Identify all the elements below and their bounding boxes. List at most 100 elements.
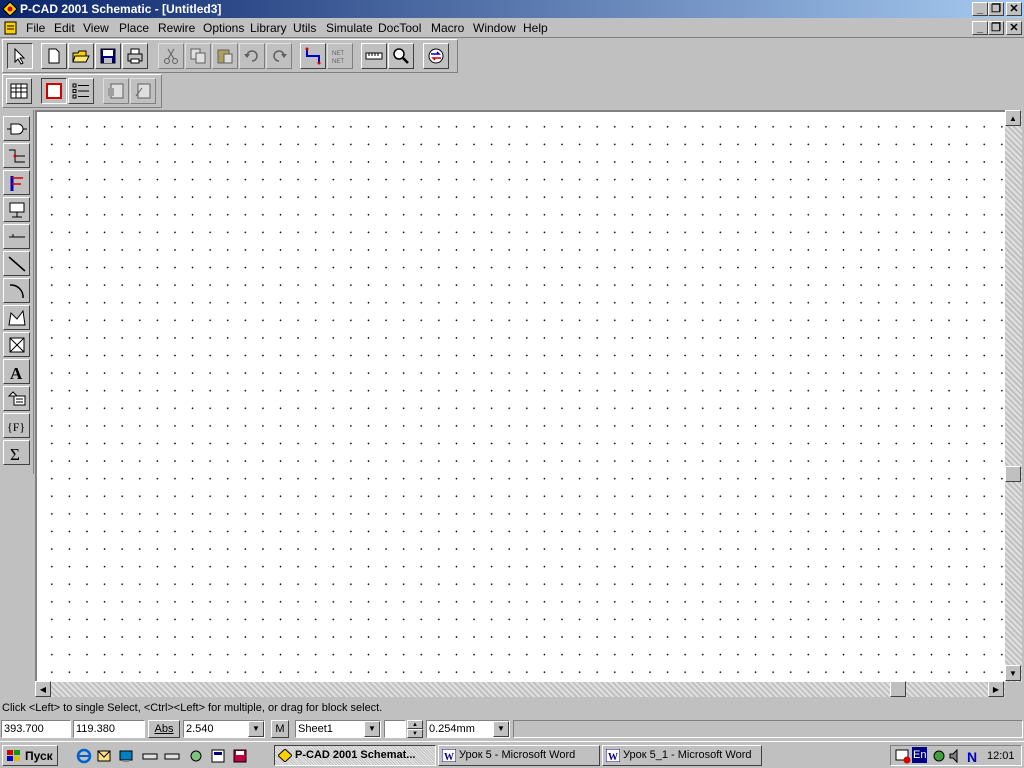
menu-library[interactable]: Library (250, 20, 287, 36)
y-coordinate-field[interactable]: 119.380 (73, 720, 145, 738)
menu-help[interactable]: Help (523, 20, 548, 36)
place-line-button[interactable] (3, 251, 30, 276)
doc-minimize-button[interactable]: _ (972, 21, 988, 35)
close-button[interactable]: ✕ (1006, 2, 1022, 16)
list-button[interactable] (68, 78, 94, 104)
task-word-lesson5-1[interactable]: W Урок 5_1 - Microsoft Word (602, 745, 762, 766)
menu-rewire[interactable]: Rewire (158, 20, 195, 36)
line-width-spinner[interactable]: ▲ ▼ (407, 720, 423, 738)
netlist-icon: NET NET (332, 51, 344, 65)
sheet-dropdown-button[interactable]: ▼ (364, 721, 380, 737)
save-button[interactable] (95, 43, 121, 69)
menu-place[interactable]: Place (119, 20, 149, 36)
drive2-icon[interactable] (164, 748, 180, 764)
internet-explorer-icon[interactable] (76, 748, 92, 764)
start-button[interactable]: Пуск (2, 745, 58, 766)
place-field-button[interactable] (3, 332, 30, 357)
copy-button[interactable] (185, 43, 211, 69)
place-attribute-button[interactable] (3, 386, 30, 411)
place-pin-button[interactable] (3, 224, 30, 249)
language-indicator[interactable]: En (912, 747, 928, 763)
zoom-button[interactable] (388, 43, 414, 69)
undo-button[interactable] (239, 43, 265, 69)
line-width-dropdown-button[interactable]: ▼ (493, 721, 509, 737)
horizontal-scrollbar[interactable]: ◀ ▶ (35, 681, 1005, 697)
pcad-app-icon[interactable] (2, 1, 18, 17)
x-coordinate-field[interactable]: 393.700 (1, 720, 71, 738)
antivirus-icon[interactable]: N (965, 748, 981, 764)
maximize-button[interactable]: ❐ (988, 2, 1004, 16)
network-status-icon[interactable] (931, 748, 947, 764)
restore-icon: ❐ (991, 21, 1001, 34)
print-button[interactable] (122, 43, 148, 69)
outlook-icon[interactable] (96, 748, 112, 764)
place-sum-button[interactable]: Σ (3, 440, 30, 465)
cut-button[interactable] (158, 43, 184, 69)
program-icon[interactable] (210, 748, 226, 764)
sheet-select[interactable]: Sheet1 ▼ (295, 720, 381, 738)
menu-doctool[interactable]: DocTool (378, 20, 421, 36)
network-icon[interactable] (188, 748, 204, 764)
floppy-icon[interactable] (232, 748, 248, 764)
redo-button[interactable] (266, 43, 292, 69)
place-port-button[interactable] (3, 197, 30, 222)
report2-button[interactable] (130, 78, 156, 104)
report-icon (108, 83, 124, 99)
doc-close-button[interactable]: ✕ (1006, 21, 1022, 35)
place-part-button[interactable] (3, 116, 30, 141)
place-polygon-button[interactable] (3, 305, 30, 330)
sheet-value: Sheet1 (298, 723, 333, 735)
open-button[interactable] (68, 43, 94, 69)
menu-window[interactable]: Window (473, 20, 516, 36)
grid-select[interactable]: 2.540 ▼ (183, 720, 265, 738)
drive-icon[interactable] (142, 748, 158, 764)
spin-down-button[interactable]: ▼ (407, 729, 423, 738)
menu-simulate[interactable]: Simulate (326, 20, 373, 36)
schematic-canvas[interactable] (35, 110, 1005, 682)
minimize-button[interactable]: _ (972, 2, 988, 16)
sheet-button[interactable] (41, 78, 67, 104)
table-button[interactable] (6, 78, 32, 104)
svg-text:W: W (444, 752, 454, 762)
document-icon[interactable] (3, 20, 19, 36)
place-wire-button[interactable] (3, 143, 30, 168)
select-button[interactable] (7, 43, 33, 69)
new-button[interactable] (41, 43, 67, 69)
vertical-scroll-thumb[interactable] (1005, 466, 1021, 482)
task-pcad[interactable]: P-CAD 2001 Schemat... (274, 745, 436, 766)
place-part-icon (6, 123, 27, 134)
measure-button[interactable] (361, 43, 387, 69)
netlist-button[interactable]: NET NET (327, 43, 353, 69)
menu-file[interactable]: File (26, 20, 45, 36)
vertical-scrollbar[interactable]: ▲ ▼ (1005, 110, 1022, 682)
line-width-select[interactable]: 0.254mm ▼ (426, 720, 510, 738)
task-word-lesson5[interactable]: W Урок 5 - Microsoft Word (438, 745, 600, 766)
report-button[interactable] (103, 78, 129, 104)
switch-button[interactable] (423, 43, 449, 69)
place-bus-button[interactable] (3, 170, 30, 195)
scheduler-icon[interactable] (895, 748, 911, 764)
volume-icon[interactable] (949, 748, 963, 764)
menu-edit[interactable]: Edit (54, 20, 75, 36)
menu-utils[interactable]: Utils (293, 20, 316, 36)
horizontal-scroll-thumb[interactable] (890, 681, 906, 697)
grid-dropdown-button[interactable]: ▼ (248, 721, 264, 737)
place-function-button[interactable]: {F} (3, 413, 30, 438)
menu-options[interactable]: Options (203, 20, 244, 36)
color-field[interactable] (384, 720, 406, 738)
wire-button[interactable] (300, 43, 326, 69)
paste-button[interactable] (212, 43, 238, 69)
place-text-button[interactable]: A (3, 359, 30, 384)
m-toggle-button[interactable]: M (271, 720, 289, 738)
scroll-left-button[interactable]: ◀ (35, 681, 51, 697)
desktop-icon[interactable] (118, 748, 134, 764)
scroll-right-button[interactable]: ▶ (988, 681, 1004, 697)
abs-toggle-button[interactable]: Abs (148, 720, 180, 738)
menu-macro[interactable]: Macro (431, 20, 464, 36)
spin-up-button[interactable]: ▲ (407, 720, 423, 729)
place-arc-button[interactable] (3, 278, 30, 303)
scroll-up-button[interactable]: ▲ (1005, 110, 1021, 126)
menu-view[interactable]: View (83, 20, 109, 36)
scroll-down-button[interactable]: ▼ (1005, 665, 1021, 681)
doc-restore-button[interactable]: ❐ (988, 21, 1004, 35)
